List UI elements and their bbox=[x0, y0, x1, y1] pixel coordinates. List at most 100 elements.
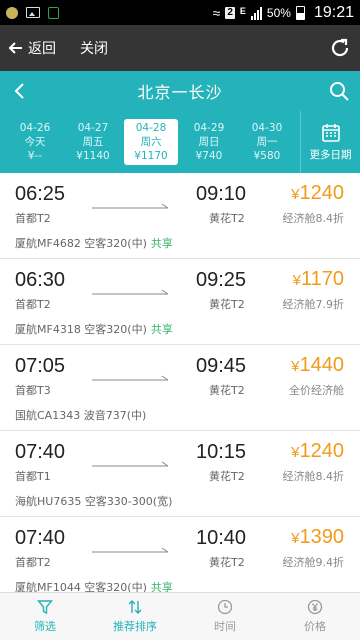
price-value: 1440 bbox=[299, 354, 345, 376]
more-dates-label: 更多日期 bbox=[309, 148, 352, 161]
departure-time: 07:05 bbox=[15, 355, 66, 377]
date-label: 04-26 bbox=[19, 122, 51, 134]
shopping-notification-icon bbox=[48, 6, 59, 19]
nav-back-button[interactable]: 返回 bbox=[8, 38, 56, 58]
flight-row[interactable]: 06:30 首都T2 09:25 黄花T2 ¥1170 经济舱7.9折 厦航MF… bbox=[0, 259, 360, 345]
flight-price: ¥1390 bbox=[291, 526, 344, 549]
cabin-discount: 全价经济舱 bbox=[289, 384, 344, 397]
chevron-left-icon[interactable] bbox=[10, 81, 30, 101]
flight-price: ¥1240 bbox=[291, 440, 344, 463]
flight-info: 厦航MF4318 空客320(中) 共享 bbox=[15, 321, 173, 337]
search-icon[interactable] bbox=[328, 80, 350, 102]
nav-close-button[interactable]: 关闭 bbox=[80, 38, 108, 58]
departure-airport: 首都T3 bbox=[15, 384, 51, 397]
currency-symbol: ¥ bbox=[291, 358, 300, 375]
codeshare-tag: 共享 bbox=[150, 237, 173, 250]
tab-filter[interactable]: 筛选 bbox=[0, 593, 90, 640]
flight-info: 国航CA1343 波音737(中) bbox=[15, 407, 150, 423]
route-title: 北京一长沙 bbox=[137, 83, 223, 102]
weekday-label: 周日 bbox=[198, 136, 220, 148]
airline-aircraft: 厦航MF4318 空客320(中) bbox=[15, 323, 147, 336]
price-value: 1240 bbox=[299, 182, 345, 204]
arrow-right-icon bbox=[92, 289, 169, 295]
clock-time: 19:21 bbox=[313, 3, 354, 21]
app-notification-icon bbox=[6, 6, 18, 19]
currency-symbol: ¥ bbox=[291, 186, 300, 203]
currency-symbol: ¥ bbox=[291, 530, 300, 547]
arrival-time: 10:15 bbox=[196, 441, 247, 463]
cabin-discount: 经济舱9.4折 bbox=[282, 556, 345, 569]
route-header: 北京一长沙 bbox=[0, 71, 360, 111]
date-item[interactable]: 04-29 周日 ¥740 bbox=[180, 119, 238, 165]
flight-row[interactable]: 07:05 首都T3 09:45 黄花T2 ¥1440 全价经济舱 国航CA13… bbox=[0, 345, 360, 431]
arrival-airport: 黄花T2 bbox=[209, 470, 245, 483]
airline-aircraft: 国航CA1343 波音737(中) bbox=[15, 409, 147, 422]
cabin-discount: 经济舱7.9折 bbox=[282, 298, 345, 311]
arrow-right-icon bbox=[92, 203, 169, 209]
codeshare-tag: 共享 bbox=[150, 581, 173, 592]
flight-info: 海航HU7635 空客330-300(宽) bbox=[15, 493, 176, 509]
tab-label: 价格 bbox=[304, 620, 326, 633]
departure-airport: 首都T2 bbox=[15, 298, 51, 311]
date-label: 04-30 bbox=[251, 122, 283, 134]
date-price: ¥-- bbox=[27, 150, 43, 162]
cabin-discount: 经济舱8.4折 bbox=[282, 212, 345, 225]
date-selector: 04-26 今天 ¥-- 04-27 周五 ¥1140 04-28 周六 ¥11… bbox=[0, 111, 360, 173]
arrival-airport: 黄花T2 bbox=[209, 298, 245, 311]
nav-back-label: 返回 bbox=[28, 41, 56, 57]
arrival-airport: 黄花T2 bbox=[209, 556, 245, 569]
arrival-airport: 黄花T2 bbox=[209, 384, 245, 397]
arrow-right-icon bbox=[92, 375, 169, 381]
tab-label: 筛选 bbox=[34, 620, 56, 633]
bottom-tab-bar: 筛选 推荐排序 时间 价格 bbox=[0, 592, 360, 640]
arrival-airport: 黄花T2 bbox=[209, 212, 245, 225]
network-type: E bbox=[239, 5, 246, 16]
cabin-discount: 经济舱8.4折 bbox=[282, 470, 345, 483]
date-price: ¥580 bbox=[253, 150, 281, 162]
departure-time: 07:40 bbox=[15, 441, 66, 463]
browser-nav-bar: 返回 关闭 bbox=[0, 25, 360, 71]
flight-list: 06:25 首都T2 09:10 黄花T2 ¥1240 经济舱8.4折 厦航MF… bbox=[0, 173, 360, 592]
filter-icon bbox=[37, 600, 53, 615]
tab-label: 时间 bbox=[214, 620, 236, 633]
arrow-left-icon bbox=[8, 42, 22, 54]
sort-icon bbox=[128, 600, 142, 614]
codeshare-tag: 共享 bbox=[150, 323, 173, 336]
arrow-right-icon bbox=[92, 547, 169, 553]
flight-row[interactable]: 07:40 首都T1 10:15 黄花T2 ¥1240 经济舱8.4折 海航HU… bbox=[0, 431, 360, 517]
tab-price[interactable]: 价格 bbox=[270, 593, 360, 640]
sim-indicator: 2 bbox=[225, 6, 235, 19]
date-item-selected[interactable]: 04-28 周六 ¥1170 bbox=[124, 119, 178, 165]
flight-price: ¥1240 bbox=[291, 182, 344, 205]
date-item[interactable]: 04-27 周五 ¥1140 bbox=[64, 119, 122, 165]
yen-icon bbox=[307, 599, 323, 615]
tab-recommended-sort[interactable]: 推荐排序 bbox=[90, 593, 180, 640]
date-item[interactable]: 04-26 今天 ¥-- bbox=[6, 119, 64, 165]
flight-info: 厦航MF1044 空客320(中) 共享 bbox=[15, 579, 173, 592]
date-label: 04-27 bbox=[77, 122, 109, 134]
arrival-time: 09:25 bbox=[196, 269, 247, 291]
refresh-icon[interactable] bbox=[328, 36, 352, 60]
flight-row[interactable]: 06:25 首都T2 09:10 黄花T2 ¥1240 经济舱8.4折 厦航MF… bbox=[0, 173, 360, 259]
date-item[interactable]: 04-30 周一 ¥580 bbox=[238, 119, 296, 165]
date-price: ¥1170 bbox=[134, 150, 168, 162]
arrival-time: 09:45 bbox=[196, 355, 247, 377]
weekday-label: 周一 bbox=[256, 136, 278, 148]
battery-icon bbox=[295, 5, 305, 20]
battery-percent: 50% bbox=[266, 5, 291, 20]
more-dates-button[interactable]: 更多日期 bbox=[300, 111, 360, 173]
wifi-icon: ≈ bbox=[212, 4, 221, 21]
clock-icon bbox=[217, 599, 233, 615]
status-bar: ≈ 2 E 50% 19:21 bbox=[0, 0, 360, 25]
image-notification-icon bbox=[26, 7, 40, 18]
tab-time[interactable]: 时间 bbox=[180, 593, 270, 640]
date-price: ¥1140 bbox=[76, 150, 110, 162]
weekday-label: 周六 bbox=[140, 136, 162, 148]
departure-time: 06:25 bbox=[15, 183, 66, 205]
airline-aircraft: 厦航MF4682 空客320(中) bbox=[15, 237, 147, 250]
arrival-time: 09:10 bbox=[196, 183, 247, 205]
date-label: 04-29 bbox=[193, 122, 225, 134]
weekday-label: 周五 bbox=[82, 136, 104, 148]
flight-row[interactable]: 07:40 首都T2 10:40 黄花T2 ¥1390 经济舱9.4折 厦航MF… bbox=[0, 517, 360, 592]
airline-aircraft: 海航HU7635 空客330-300(宽) bbox=[15, 495, 173, 508]
